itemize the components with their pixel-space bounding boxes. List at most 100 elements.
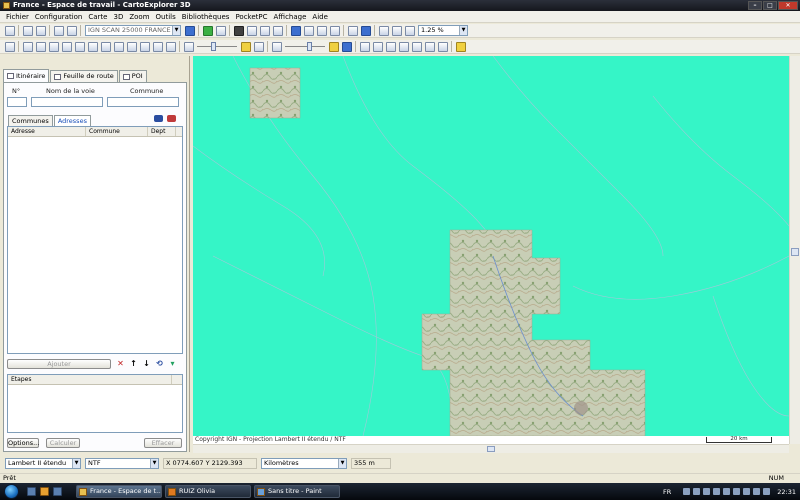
transparency-slider[interactable] — [285, 41, 325, 52]
menu-3d[interactable]: 3D — [113, 13, 123, 21]
scroll-thumb[interactable] — [791, 248, 799, 256]
image-icon[interactable] — [22, 41, 33, 52]
projection-selector[interactable]: Lambert II étendu ▼ — [5, 458, 81, 469]
delete-icon[interactable]: ✕ — [117, 360, 124, 368]
binoculars-icon[interactable] — [233, 25, 244, 36]
contrast-icon[interactable] — [253, 41, 264, 52]
refresh-icon[interactable] — [4, 25, 15, 36]
layer-icon[interactable] — [74, 41, 85, 52]
measure-icon[interactable] — [272, 25, 283, 36]
map-selector[interactable]: IGN SCAN 25000 FRANCE ▼ — [85, 25, 181, 36]
brightness-high-icon[interactable] — [240, 41, 251, 52]
show-desktop-icon[interactable] — [27, 487, 36, 496]
tab-poi[interactable]: POI — [118, 70, 147, 82]
gps-icon[interactable] — [347, 25, 358, 36]
column-etapes[interactable]: Etapes — [8, 375, 172, 384]
reverse-icon[interactable]: ⟲ — [156, 360, 163, 368]
pointer-icon[interactable] — [359, 41, 370, 52]
brightness-low-icon[interactable] — [183, 41, 194, 52]
grid-icon[interactable] — [290, 25, 301, 36]
brightness-slider[interactable] — [197, 41, 237, 52]
language-indicator[interactable]: FR — [663, 488, 671, 496]
3d-view-icon[interactable] — [360, 25, 371, 36]
vertical-scrollbar[interactable] — [789, 56, 800, 444]
zoom-selector[interactable]: 1.25 % ▼ — [418, 25, 468, 36]
tray-icon[interactable] — [752, 488, 760, 495]
open-icon[interactable] — [4, 41, 15, 52]
north-icon[interactable] — [316, 25, 327, 36]
waypoint-icon[interactable] — [411, 41, 422, 52]
maximize-button[interactable]: □ — [763, 1, 777, 10]
tray-icon[interactable] — [682, 488, 690, 495]
filter-icon[interactable]: ▾ — [169, 360, 176, 368]
compute-button[interactable]: Calculer — [46, 438, 80, 448]
tray-icon[interactable] — [762, 488, 770, 495]
options-button[interactable]: Options... — [7, 438, 39, 448]
subtab-adresses[interactable]: Adresses — [53, 115, 91, 126]
record-icon[interactable] — [126, 41, 137, 52]
tray-icon[interactable] — [722, 488, 730, 495]
map-view[interactable] — [193, 56, 789, 436]
pan-icon[interactable] — [259, 25, 270, 36]
search-clear-icon[interactable] — [167, 115, 176, 122]
tab-feuille-de-route[interactable]: Feuille de route — [50, 70, 118, 82]
window-icon[interactable] — [48, 41, 59, 52]
clock[interactable]: 22:31 — [777, 488, 796, 496]
zoom-out-icon[interactable] — [404, 25, 415, 36]
polyline-icon[interactable] — [398, 41, 409, 52]
print-icon[interactable] — [22, 25, 33, 36]
clear-button[interactable]: Effacer — [144, 438, 182, 448]
menu-zoom[interactable]: Zoom — [129, 13, 149, 21]
binoculars-icon[interactable] — [154, 115, 163, 122]
chevron-down-icon[interactable]: ▼ — [459, 26, 467, 35]
network-icon[interactable] — [732, 488, 740, 495]
minimize-button[interactable]: – — [748, 1, 762, 10]
menu-affichage[interactable]: Affichage — [274, 13, 307, 21]
rotate-icon[interactable] — [215, 25, 226, 36]
menu-bibliotheques[interactable]: Bibliothèques — [182, 13, 230, 21]
scroll-thumb[interactable] — [487, 446, 495, 452]
commune-field[interactable] — [107, 97, 179, 107]
menu-pocketpc[interactable]: PocketPC — [235, 13, 267, 21]
forward-arrow-icon[interactable] — [66, 25, 77, 36]
chevron-down-icon[interactable]: ▼ — [172, 26, 180, 35]
select-icon[interactable] — [303, 25, 314, 36]
units-selector[interactable]: Kilomètres ▼ — [261, 458, 347, 469]
compass-icon[interactable] — [329, 25, 340, 36]
tray-icon[interactable] — [702, 488, 710, 495]
move-up-icon[interactable]: ↑ — [130, 360, 137, 368]
horizontal-scrollbar[interactable] — [193, 444, 789, 453]
flag-icon[interactable] — [385, 41, 396, 52]
light-icon[interactable] — [139, 41, 150, 52]
task-ruiz-olivia[interactable]: RUIZ Olivia — [165, 485, 251, 498]
star-icon[interactable] — [202, 25, 213, 36]
browser-icon[interactable] — [53, 487, 62, 496]
address-list[interactable]: Adresse Commune Dept — [7, 126, 183, 354]
map-icon[interactable] — [35, 41, 46, 52]
number-field[interactable] — [7, 97, 27, 107]
menu-carte[interactable]: Carte — [88, 13, 107, 21]
zoom-fit-icon[interactable] — [378, 25, 389, 36]
column-adresse[interactable]: Adresse — [8, 127, 86, 136]
chevron-down-icon[interactable]: ▼ — [150, 459, 158, 468]
task-cartoexplorer[interactable]: France - Espace de t... — [76, 485, 162, 498]
volume-icon[interactable] — [742, 488, 750, 495]
menu-aide[interactable]: Aide — [312, 13, 327, 21]
help-pointer-icon[interactable] — [35, 25, 46, 36]
back-arrow-icon[interactable] — [53, 25, 64, 36]
subtab-communes[interactable]: Communes — [8, 115, 53, 126]
folder-icon[interactable] — [165, 41, 176, 52]
add-button[interactable]: Ajouter — [7, 359, 111, 369]
street-field[interactable] — [31, 97, 103, 107]
shade-icon[interactable] — [152, 41, 163, 52]
copy-icon[interactable] — [87, 41, 98, 52]
ruler-icon[interactable] — [455, 41, 466, 52]
save-icon[interactable] — [100, 41, 111, 52]
map-canvas[interactable] — [193, 56, 789, 436]
route-icon[interactable] — [246, 25, 257, 36]
view-icon[interactable] — [113, 41, 124, 52]
lasso-icon[interactable] — [437, 41, 448, 52]
curve-icon[interactable] — [424, 41, 435, 52]
menu-outils[interactable]: Outils — [156, 13, 176, 21]
chevron-down-icon[interactable]: ▼ — [72, 459, 80, 468]
